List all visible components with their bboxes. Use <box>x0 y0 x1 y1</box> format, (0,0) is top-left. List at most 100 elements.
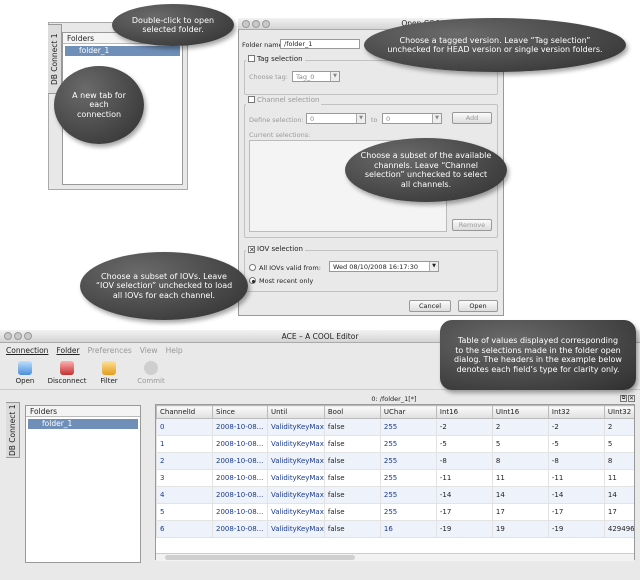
table-cell[interactable]: 2008-10-08... <box>212 452 268 470</box>
add-button[interactable]: Add <box>452 112 492 124</box>
table-cell[interactable]: -11 <box>435 469 493 487</box>
table-row[interactable]: 1 2008-10-08... ValidityKeyMax false 255 -5 5-… <box>156 435 634 453</box>
table-cell[interactable]: -17 <box>435 503 493 521</box>
table-cell[interactable]: 2 <box>603 418 634 436</box>
iov-selection-checkbox[interactable]: ✕ <box>248 246 255 254</box>
close-icon[interactable]: ✕ <box>628 395 635 402</box>
table-cell[interactable]: -2 <box>435 418 493 436</box>
table-cell[interactable]: 2008-10-08... <box>212 503 268 521</box>
db-connect-tab-bottom[interactable]: DB Connect 1 <box>6 402 20 458</box>
iov-selection-toggle[interactable]: ✕ IOV selection <box>246 245 305 254</box>
table-cell[interactable]: ValidityKeyMax <box>267 452 325 470</box>
table-cell[interactable]: 17 <box>491 503 549 521</box>
table-cell[interactable]: 17 <box>603 503 634 521</box>
filter-tool-button[interactable]: Filter <box>90 358 128 389</box>
iov-date-combo[interactable]: Wed 08/10/2008 16:17:30 ▼ <box>329 261 439 272</box>
open-tool-button[interactable]: Open <box>6 358 44 389</box>
minimize-window-icon[interactable] <box>252 20 260 28</box>
close-window-icon[interactable] <box>4 332 12 340</box>
table-cell[interactable]: 8 <box>603 452 634 470</box>
table-cell[interactable]: 4294967 <box>603 520 634 538</box>
table-cell[interactable]: 255 <box>379 503 437 521</box>
bottom-folder-tree[interactable]: Folders folder_1 <box>25 405 141 563</box>
table-cell[interactable]: 255 <box>379 418 437 436</box>
table-cell[interactable]: 14 <box>603 486 634 504</box>
column-header[interactable]: Bool <box>323 405 381 419</box>
table-row[interactable]: 0 2008-10-08... ValidityKeyMax false 255 -2 2-… <box>156 418 634 436</box>
table-cell[interactable]: 4 <box>156 486 213 504</box>
channel-selection-toggle[interactable]: Channel selection <box>246 96 322 105</box>
scrollbar-thumb[interactable] <box>165 555 355 560</box>
table-cell[interactable]: 19 <box>491 520 549 538</box>
column-header[interactable]: UInt32 <box>603 405 634 419</box>
table-cell[interactable]: ValidityKeyMax <box>267 520 325 538</box>
table-cell[interactable]: -5 <box>547 435 605 453</box>
table-cell[interactable]: -11 <box>547 469 605 487</box>
table-row[interactable]: 3 2008-10-08... ValidityKeyMax false 255 -11 1… <box>156 469 634 487</box>
table-row[interactable]: 4 2008-10-08... ValidityKeyMax false 255 -14 1… <box>156 486 634 504</box>
table-cell[interactable]: 11 <box>603 469 634 487</box>
column-header[interactable]: UInt16 <box>491 405 549 419</box>
table-cell[interactable]: false <box>323 452 381 470</box>
table-cell[interactable]: -19 <box>547 520 605 538</box>
disconnect-tool-button[interactable]: Disconnect <box>48 358 86 389</box>
table-cell[interactable]: false <box>323 418 381 436</box>
column-header[interactable]: Int32 <box>547 405 605 419</box>
table-cell[interactable]: -14 <box>435 486 493 504</box>
zoom-window-icon[interactable] <box>262 20 270 28</box>
remove-button[interactable]: Remove <box>452 219 492 231</box>
channel-selection-checkbox[interactable] <box>248 96 255 103</box>
maximize-icon[interactable]: ⧉ <box>620 395 627 402</box>
open-button[interactable]: Open <box>458 300 498 312</box>
table-cell[interactable]: 255 <box>379 435 437 453</box>
range-to-combo[interactable]: 0 ▼ <box>382 113 442 124</box>
table-cell[interactable]: 1 <box>156 435 213 453</box>
menu-preferences[interactable]: Preferences <box>88 344 132 357</box>
column-header[interactable]: Until <box>267 405 325 419</box>
all-iovs-radio[interactable] <box>249 264 256 271</box>
menu-folder[interactable]: Folder <box>56 344 79 357</box>
all-iovs-option[interactable]: All IOVs valid from: <box>249 264 321 272</box>
column-header[interactable]: UChar <box>379 405 437 419</box>
table-cell[interactable]: 2 <box>491 418 549 436</box>
menu-connection[interactable]: Connection <box>6 344 48 357</box>
table-row[interactable]: 5 2008-10-08... ValidityKeyMax false 255 -17 1… <box>156 503 634 521</box>
table-cell[interactable]: ValidityKeyMax <box>267 435 325 453</box>
table-cell[interactable]: 0 <box>156 418 213 436</box>
tag-selection-toggle[interactable]: Tag selection <box>246 55 305 64</box>
range-from-combo[interactable]: 0 ▼ <box>306 113 366 124</box>
table-row[interactable]: 2 2008-10-08... ValidityKeyMax false 255 -8 8-… <box>156 452 634 470</box>
cancel-button[interactable]: Cancel <box>409 300 451 312</box>
table-cell[interactable]: false <box>323 435 381 453</box>
most-recent-option[interactable]: Most recent only <box>249 277 313 285</box>
column-header[interactable]: Int16 <box>435 405 493 419</box>
table-cell[interactable]: 11 <box>491 469 549 487</box>
table-cell[interactable]: false <box>323 503 381 521</box>
table-cell[interactable]: -8 <box>435 452 493 470</box>
menu-view[interactable]: View <box>140 344 158 357</box>
tag-selection-checkbox[interactable] <box>248 55 255 62</box>
folder-name-field[interactable]: /folder_1 <box>280 39 360 49</box>
table-cell[interactable]: 5 <box>491 435 549 453</box>
table-cell[interactable]: -8 <box>547 452 605 470</box>
table-cell[interactable]: 2008-10-08... <box>212 486 268 504</box>
table-cell[interactable]: ValidityKeyMax <box>267 503 325 521</box>
table-cell[interactable]: false <box>323 469 381 487</box>
table-cell[interactable]: -14 <box>547 486 605 504</box>
table-cell[interactable]: 5 <box>156 503 213 521</box>
table-cell[interactable]: -2 <box>547 418 605 436</box>
values-table[interactable]: ChannelId Since Until Bool UChar Int16 UInt16 I… <box>155 404 635 560</box>
table-row[interactable]: 6 2008-10-08... ValidityKeyMax false 16 -19 19… <box>156 520 634 538</box>
table-cell[interactable]: 14 <box>491 486 549 504</box>
commit-tool-button[interactable]: Commit <box>132 358 170 389</box>
table-cell[interactable]: 16 <box>379 520 437 538</box>
choose-tag-combo[interactable]: Tag_0 ▼ <box>292 71 340 82</box>
most-recent-radio[interactable] <box>249 277 256 284</box>
table-cell[interactable]: false <box>323 520 381 538</box>
table-cell[interactable]: ValidityKeyMax <box>267 418 325 436</box>
table-cell[interactable]: -17 <box>547 503 605 521</box>
table-cell[interactable]: ValidityKeyMax <box>267 486 325 504</box>
column-header[interactable]: ChannelId <box>156 405 213 419</box>
table-cell[interactable]: ValidityKeyMax <box>267 469 325 487</box>
table-cell[interactable]: 255 <box>379 452 437 470</box>
